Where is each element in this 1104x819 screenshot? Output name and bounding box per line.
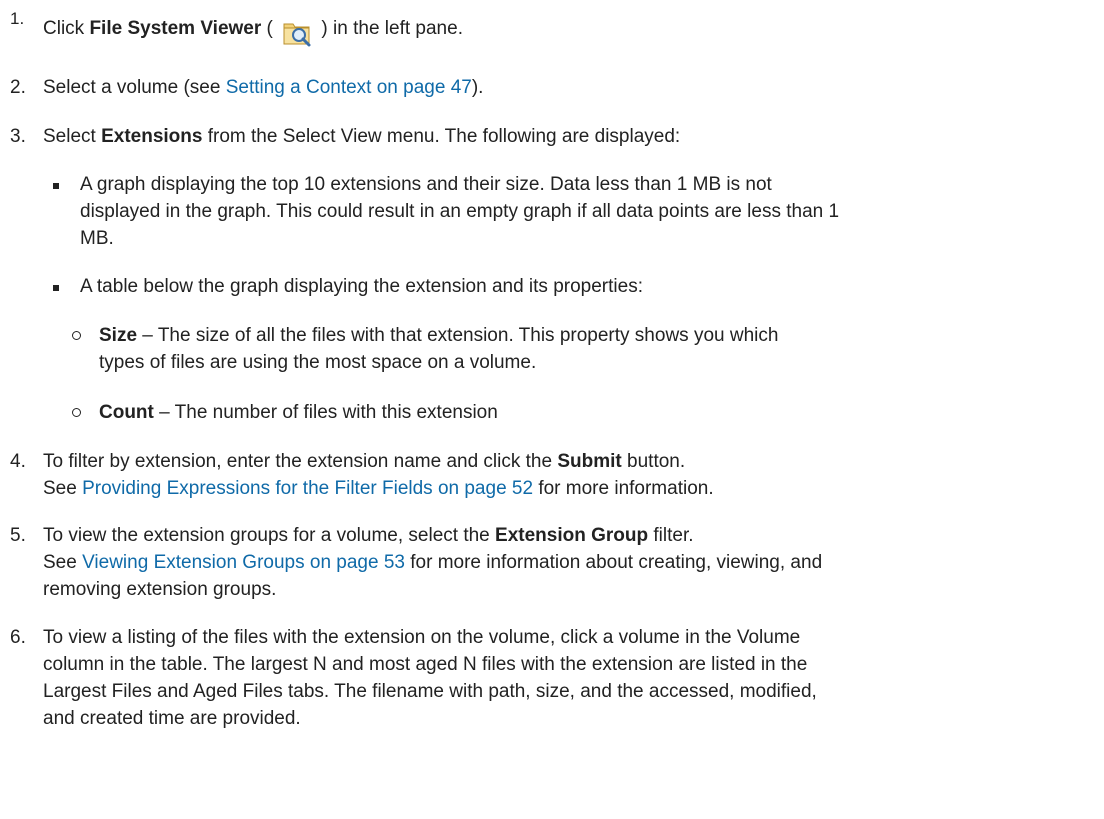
bullet-icon [53, 285, 59, 291]
ui-term: Extension Group [495, 525, 649, 546]
term: Size [99, 325, 138, 346]
folder-magnifier-icon [282, 18, 312, 48]
step-number: 3. [10, 126, 26, 147]
step-number: 4. [10, 451, 26, 472]
step-text: See [43, 478, 83, 499]
extension-groups-link[interactable]: Viewing Extension Groups on page 53 [82, 552, 405, 573]
definition-text: – The number of files with this extensio… [153, 402, 498, 423]
step-text: To view the extension groups for a volum… [43, 525, 496, 546]
filter-expressions-link[interactable]: Providing Expressions for the Filter Fie… [82, 478, 533, 499]
step-text: column in the table. The largest N and m… [43, 654, 808, 675]
ui-term: File System Viewer [89, 18, 262, 39]
ui-term: Extensions [101, 126, 203, 147]
step-number: 5. [10, 525, 26, 546]
step-text: from the Select View menu. The following… [202, 126, 681, 147]
step-number: 1. [10, 9, 25, 28]
step-number: 6. [10, 627, 26, 648]
circle-bullet-icon [72, 331, 81, 340]
step-text: ( [261, 18, 279, 39]
step-text: filter. [648, 525, 694, 546]
bullet-icon [53, 183, 59, 189]
step-text: removing extension groups. [43, 579, 277, 600]
step-text: To filter by extension, enter the extens… [43, 451, 558, 472]
step-text: See [43, 552, 83, 573]
term: Count [99, 402, 154, 423]
bullet-text: MB. [80, 228, 114, 249]
step-text: and created time are provided. [43, 708, 301, 729]
circle-bullet-icon [72, 408, 81, 417]
step-text: Select [43, 126, 102, 147]
step-text: ) in the left pane. [316, 18, 463, 39]
ui-term: Submit [557, 451, 622, 472]
bullet-text: displayed in the graph. This could resul… [80, 201, 840, 222]
step-text: ). [471, 77, 484, 98]
step-text: Click [43, 18, 90, 39]
step-number: 2. [10, 77, 26, 98]
step-text: button. [621, 451, 686, 472]
bullet-text: A table below the graph displaying the e… [80, 276, 643, 297]
step-text: Largest Files and Aged Files tabs. The f… [43, 681, 817, 702]
step-text: To view a listing of the files with the … [43, 627, 801, 648]
step-text: Select a volume (see [43, 77, 226, 98]
setting-context-link[interactable]: Setting a Context on page 47 [226, 77, 472, 98]
definition-text: types of files are using the most space … [99, 352, 537, 373]
step-text: for more information. [533, 478, 714, 499]
definition-text: – The size of all the files with that ex… [137, 325, 779, 346]
bullet-text: A graph displaying the top 10 extensions… [80, 174, 772, 195]
step-text: for more information about creating, vie… [404, 552, 823, 573]
